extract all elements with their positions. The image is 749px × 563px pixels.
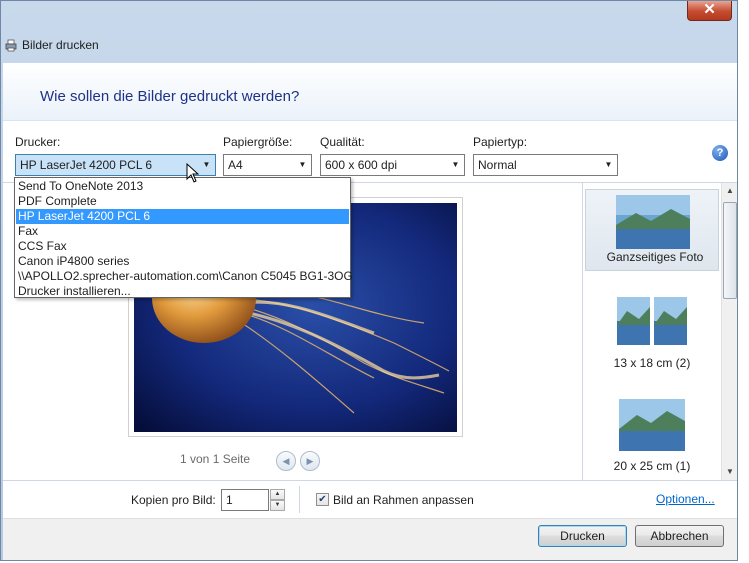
layout-item-13x18[interactable]: 13 x 18 cm (2) [583, 293, 721, 393]
window-title: Bilder drucken [22, 38, 99, 52]
chevron-right-icon: ▶ [306, 456, 314, 466]
spin-down-icon[interactable]: ▼ [270, 500, 285, 511]
layout-panel: Ganzseitiges Foto 13 x 18 cm (2) 20 x 25… [582, 182, 737, 480]
scroll-down-icon[interactable]: ▼ [722, 464, 737, 480]
quality-label: Qualität: [320, 135, 365, 149]
layout-caption: Ganzseitiges Foto [606, 250, 704, 264]
paper-type-dropdown[interactable]: Normal ▼ [473, 154, 618, 176]
printer-option[interactable]: \\APOLLO2.sprecher-automation.com\Canon … [16, 269, 353, 284]
title-bar[interactable]: Bilder drucken ✕ [1, 1, 739, 63]
printer-option[interactable]: PDF Complete [16, 194, 349, 209]
divider [299, 486, 300, 513]
button-row: Drucken Abbrechen [3, 518, 737, 560]
help-icon[interactable]: ? [712, 145, 728, 161]
chevron-down-icon: ▼ [202, 160, 211, 169]
copies-row: Kopien pro Bild: 1 ▲ ▼ ✔ Bild an Rahmen … [3, 480, 737, 518]
printer-option[interactable]: Fax [16, 224, 349, 239]
header-band: Wie sollen die Bilder gedruckt werden? [3, 63, 737, 121]
printer-option-selected[interactable]: HP LaserJet 4200 PCL 6 [16, 209, 349, 224]
print-button[interactable]: Drucken [538, 525, 627, 547]
previous-page-button[interactable]: ◀ [276, 451, 296, 471]
layout-item-20x25[interactable]: 20 x 25 cm (1) [583, 395, 721, 480]
paper-type-label: Papiertyp: [473, 135, 528, 149]
close-button[interactable]: ✕ [687, 1, 732, 21]
layout-caption: 20 x 25 cm (1) [613, 459, 691, 473]
copies-input[interactable]: 1 [221, 489, 269, 511]
next-page-button[interactable]: ▶ [300, 451, 320, 471]
fit-to-frame-checkbox[interactable]: ✔ [316, 493, 329, 506]
scroll-up-icon[interactable]: ▲ [722, 183, 737, 199]
printer-option[interactable]: Drucker installieren... [16, 284, 349, 299]
copies-label: Kopien pro Bild: [131, 493, 216, 507]
quality-value: 600 x 600 dpi [325, 158, 398, 172]
chevron-down-icon: ▼ [298, 160, 307, 169]
full-page-thumbnail [616, 195, 690, 249]
chevron-down-icon: ▼ [451, 160, 460, 169]
layout-scrollbar[interactable]: ▲ ▼ [721, 183, 737, 480]
printer-option[interactable]: CCS Fax [16, 239, 349, 254]
paper-size-label: Papiergröße: [223, 135, 293, 149]
fit-to-frame-label[interactable]: Bild an Rahmen anpassen [333, 493, 474, 507]
page-indicator: 1 von 1 Seite [180, 452, 251, 466]
close-icon: ✕ [703, 1, 716, 18]
spin-up-icon[interactable]: ▲ [270, 489, 285, 500]
single-page-thumbnail [619, 399, 685, 451]
chevron-left-icon: ◀ [282, 456, 290, 466]
printer-dropdown-list: Send To OneNote 2013 PDF Complete HP Las… [14, 177, 353, 299]
mouse-cursor-icon [186, 163, 199, 183]
scroll-thumb[interactable] [723, 202, 737, 299]
printer-label: Drucker: [15, 135, 61, 149]
paper-size-value: A4 [228, 158, 243, 172]
paper-type-value: Normal [478, 158, 517, 172]
layout-item-full-page[interactable]: Ganzseitiges Foto [585, 189, 719, 271]
printer-option[interactable]: Send To OneNote 2013 [16, 179, 349, 194]
paper-size-dropdown[interactable]: A4 ▼ [223, 154, 312, 176]
dialog-client-area: Wie sollen die Bilder gedruckt werden? D… [3, 63, 737, 560]
chevron-down-icon: ▼ [604, 160, 613, 169]
printer-option[interactable]: Canon iP4800 series [16, 254, 349, 269]
cancel-button[interactable]: Abbrechen [635, 525, 724, 547]
printer-icon [5, 39, 17, 52]
page-heading: Wie sollen die Bilder gedruckt werden? [40, 88, 300, 105]
layout-caption: 13 x 18 cm (2) [613, 356, 691, 370]
quality-dropdown[interactable]: 600 x 600 dpi ▼ [320, 154, 465, 176]
printer-value: HP LaserJet 4200 PCL 6 [20, 158, 153, 172]
two-up-thumbnail [617, 297, 687, 345]
options-link[interactable]: Optionen... [656, 492, 715, 506]
